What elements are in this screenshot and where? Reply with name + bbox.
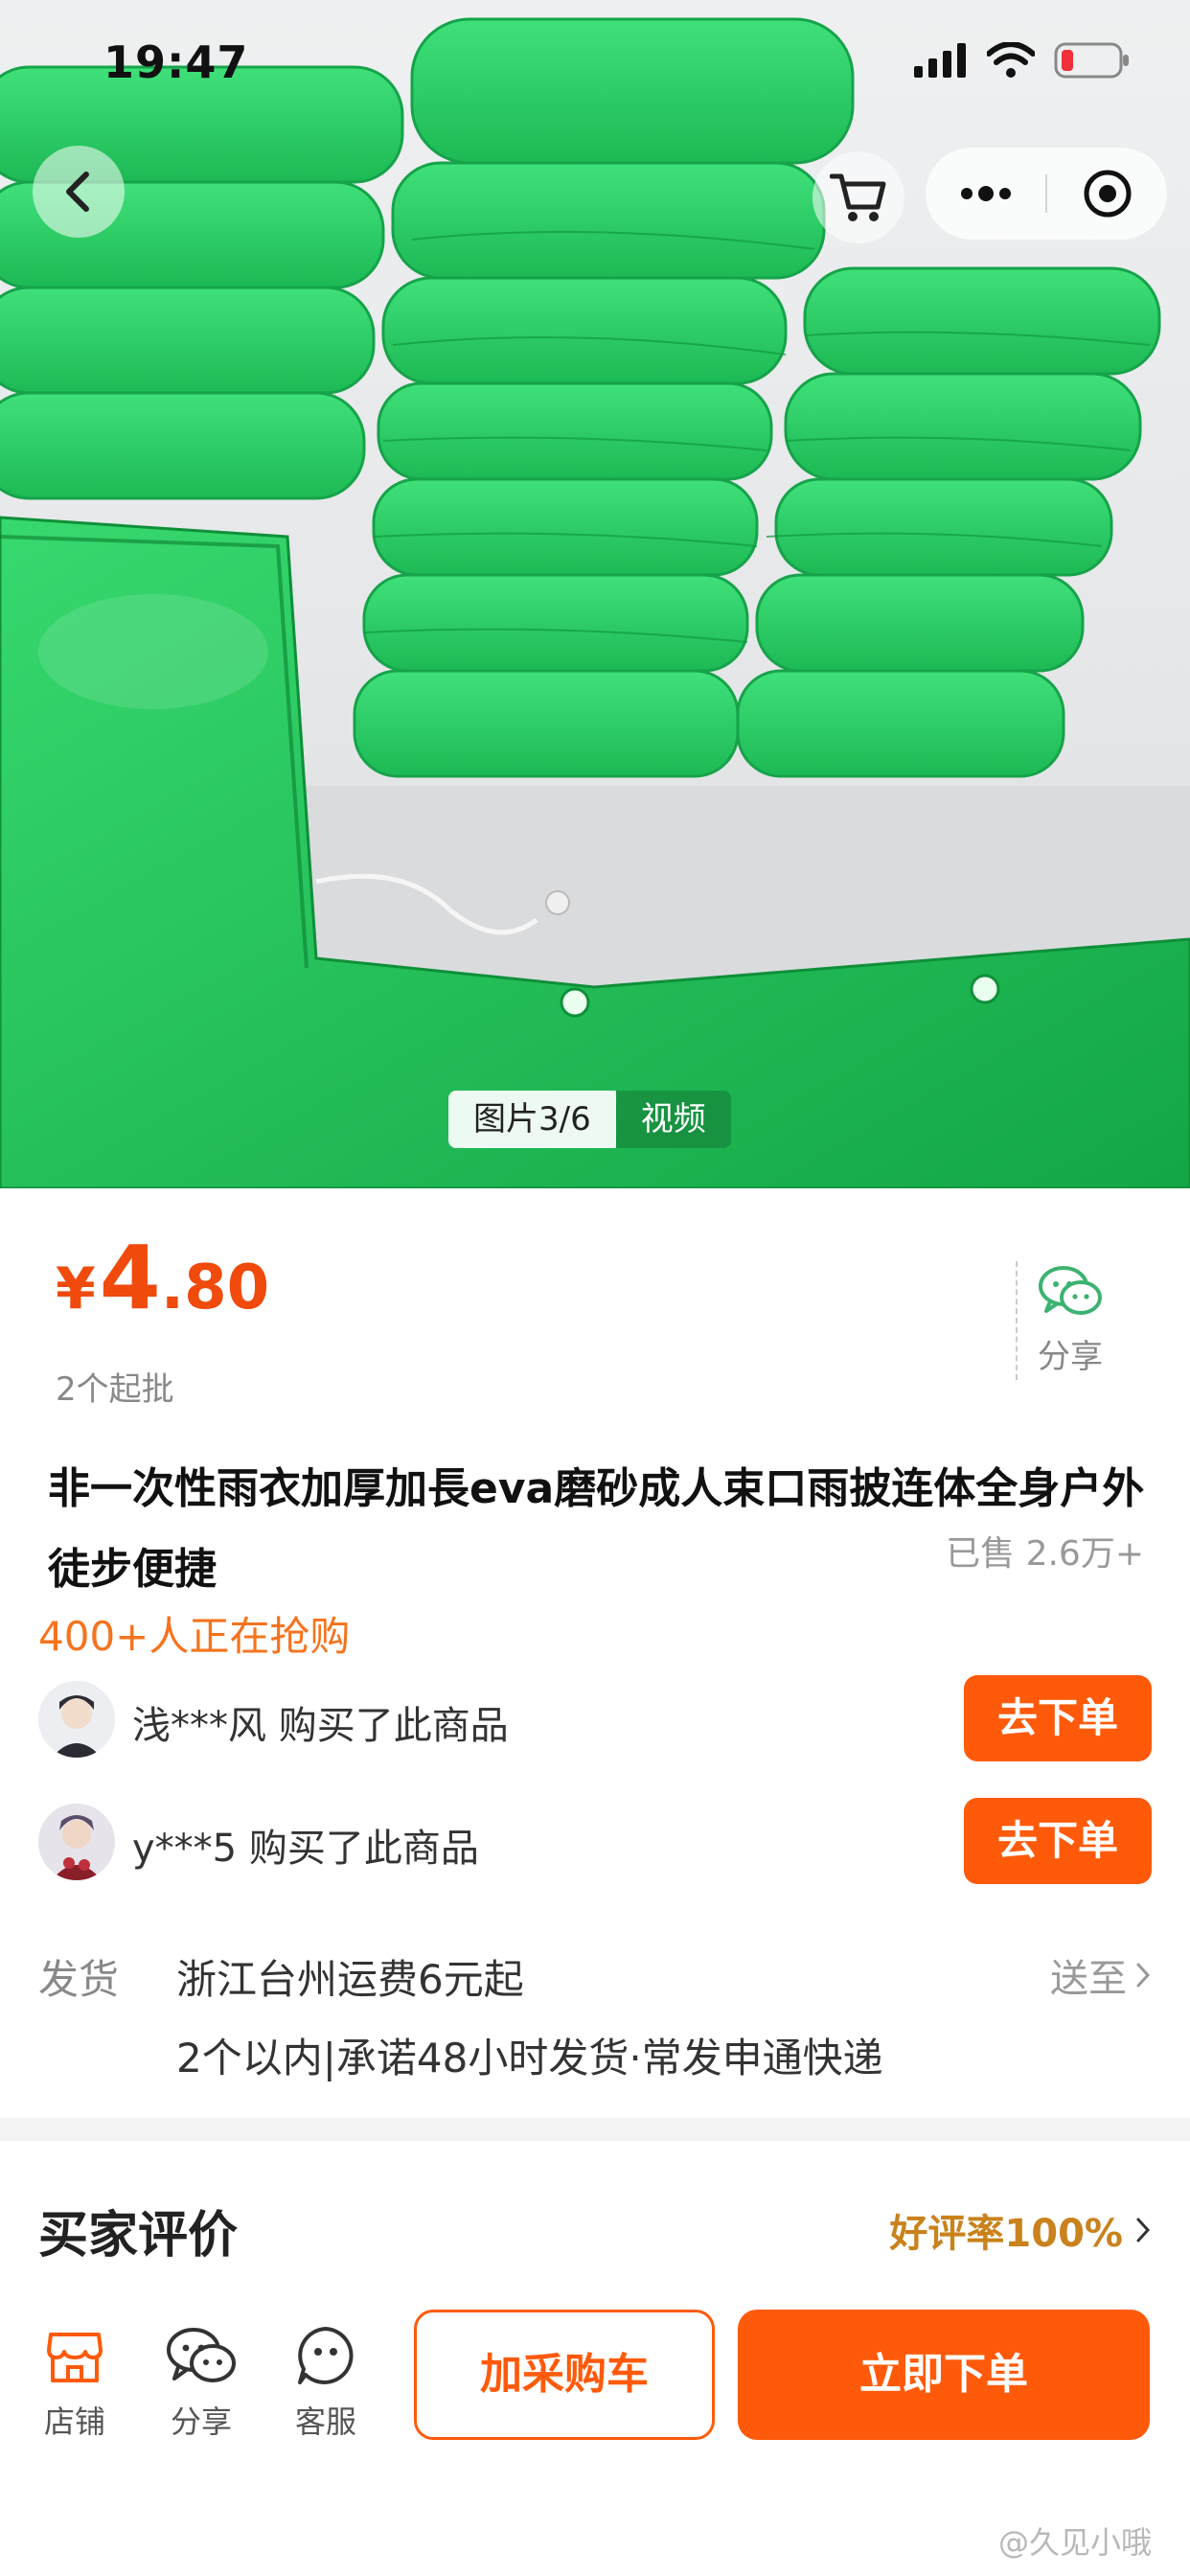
chat-bubble-icon <box>298 2327 354 2384</box>
share-bottom-label: 分享 <box>170 2404 232 2440</box>
mini-program-capsule <box>926 148 1167 240</box>
chevron-left-icon <box>66 172 89 212</box>
bottom-action-bar: 店铺 分享 客服 加采购车 立即下单 <box>0 2275 1190 2467</box>
buying-now-count: 400+人正在抢购 <box>38 1613 351 1660</box>
status-icons <box>914 42 1131 79</box>
sold-count: 已售 2.6万+ <box>946 1534 1144 1574</box>
product-image-gallery[interactable]: 19:47 图片3/6 视频 <box>0 0 1190 1188</box>
minimum-order: 2个起批 <box>56 1370 174 1409</box>
avatar <box>38 1681 115 1758</box>
gallery-tabs: 图片3/6 视频 <box>448 1091 731 1148</box>
price-currency: ¥ <box>56 1255 96 1322</box>
recent-buyer-row: 浅***风 购买了此商品 去下单 <box>38 1675 1152 1761</box>
more-button[interactable] <box>926 148 1045 240</box>
store-button[interactable]: 店铺 <box>27 2323 123 2442</box>
reviews-title: 买家评价 <box>38 2207 239 2265</box>
price-integer: 4 <box>99 1227 161 1329</box>
reviews-rating-link[interactable]: 好评率100% <box>889 2202 1152 2258</box>
product-info-card: ¥ 4 .80 2个起批 分享 非一次性雨衣加厚加長eva磨砂成人束口雨披连体全… <box>0 1188 1190 2118</box>
avatar <box>38 1804 115 1880</box>
shopping-cart-icon <box>830 173 886 221</box>
tab-video[interactable]: 视频 <box>615 1091 731 1148</box>
wechat-icon <box>167 2328 236 2382</box>
share-label: 分享 <box>1038 1338 1103 1376</box>
status-bar: 19:47 <box>0 0 1190 125</box>
order-now-button[interactable]: 去下单 <box>964 1675 1152 1761</box>
close-miniprogram-button[interactable] <box>1047 148 1167 240</box>
price-decimal: .80 <box>160 1253 270 1323</box>
shipping-origin: 浙江台州运费6元起 <box>176 1956 524 2003</box>
back-button[interactable] <box>33 146 125 238</box>
customer-service-label: 客服 <box>294 2404 356 2440</box>
buy-now-button[interactable]: 立即下单 <box>738 2310 1150 2440</box>
recent-buyer-row: y***5 购买了此商品 去下单 <box>38 1798 1152 1884</box>
order-now-button[interactable]: 去下单 <box>964 1798 1152 1884</box>
more-dots-icon <box>960 186 1011 201</box>
watermark: @久见小哦 <box>997 2524 1152 2561</box>
add-to-cart-button[interactable]: 加采购车 <box>414 2310 715 2440</box>
shipping-promise: 2个以内|承诺48小时发货·常发申通快递 <box>176 2035 883 2082</box>
tab-images[interactable]: 图片3/6 <box>448 1091 616 1148</box>
status-time: 19:47 <box>103 36 249 88</box>
store-icon <box>47 2333 103 2382</box>
wechat-icon <box>1039 1266 1102 1315</box>
cart-button[interactable] <box>812 151 904 243</box>
chevron-right-icon <box>1136 1963 1151 1988</box>
recent-buyer-text: y***5 购买了此商品 <box>132 1827 479 1871</box>
customer-service-button[interactable]: 客服 <box>278 2323 374 2442</box>
recent-buyer-text: 浅***风 购买了此商品 <box>132 1704 509 1748</box>
battery-low-icon <box>1054 42 1129 79</box>
cellular-signal-icon <box>914 43 966 78</box>
store-label: 店铺 <box>43 2404 105 2440</box>
ship-to-label: 送至 <box>1050 1957 1127 2001</box>
target-close-icon <box>1084 170 1131 218</box>
rating-text: 好评率100% <box>889 2212 1123 2256</box>
share-bottom-button[interactable]: 分享 <box>153 2323 249 2442</box>
ship-to-selector[interactable]: 送至 <box>1050 1947 1152 2003</box>
share-button[interactable]: 分享 <box>1018 1263 1123 1377</box>
shipping-label: 发货 <box>38 1956 120 2003</box>
price: ¥ 4 .80 <box>56 1227 269 1329</box>
chevron-right-icon <box>1136 2218 1151 2242</box>
wifi-icon <box>987 42 1035 78</box>
